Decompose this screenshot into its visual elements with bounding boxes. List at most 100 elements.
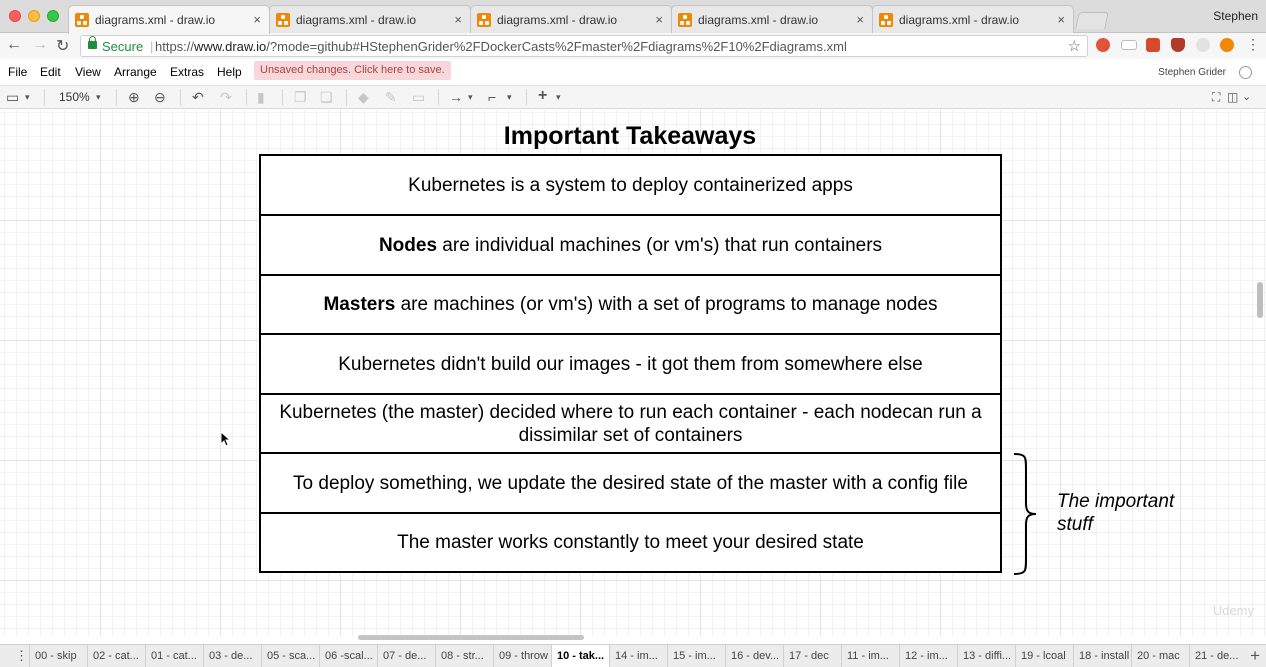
zoom-out-icon[interactable]: ⊖ xyxy=(154,89,166,106)
shadow-icon[interactable]: ▭ xyxy=(412,89,425,106)
page-tab[interactable]: 17 - dec xyxy=(783,645,841,667)
waypoints-icon[interactable]: ⌐ xyxy=(488,89,496,105)
menu-edit[interactable]: Edit xyxy=(40,65,61,79)
page-tab[interactable]: 12 - im... xyxy=(899,645,957,667)
fill-color-icon[interactable]: ◆ xyxy=(358,89,369,106)
page-tab[interactable]: 08 - str... xyxy=(435,645,493,667)
page-tab[interactable]: 05 - sca... xyxy=(261,645,319,667)
new-tab-button[interactable] xyxy=(1075,12,1109,29)
takeaway-row[interactable]: Masters are machines (or vm's) with a se… xyxy=(261,276,1000,335)
page-tab[interactable]: 20 - mac xyxy=(1131,645,1189,667)
unsaved-changes-notice[interactable]: Unsaved changes. Click here to save. xyxy=(254,61,451,80)
takeaway-bold: Masters xyxy=(323,294,396,315)
zoom-in-icon[interactable]: ⊕ xyxy=(128,89,140,106)
takeaway-row[interactable]: Nodes are individual machines (or vm's) … xyxy=(261,216,1000,276)
menu-file[interactable]: File xyxy=(8,65,27,79)
connection-arrow-icon[interactable]: → xyxy=(449,89,463,105)
takeaway-bold: Nodes xyxy=(378,234,438,256)
add-page-icon[interactable]: + xyxy=(1250,646,1260,666)
zoom-level[interactable]: 150% xyxy=(59,90,90,104)
language-globe-icon[interactable] xyxy=(1239,66,1252,79)
opera-extension-icon[interactable] xyxy=(1096,38,1110,52)
vertical-scrollbar[interactable] xyxy=(1257,282,1263,318)
page-tab[interactable]: 10 - tak... xyxy=(551,645,609,667)
forward-arrow-icon[interactable]: → xyxy=(32,36,48,54)
menu-extras[interactable]: Extras xyxy=(170,65,204,79)
page-tab[interactable]: 02 - cat... xyxy=(87,645,145,667)
close-icon[interactable]: × xyxy=(454,12,462,27)
chevron-down-icon[interactable]: ▾ xyxy=(468,92,473,103)
close-icon[interactable]: × xyxy=(1057,12,1065,27)
bookmark-star-icon[interactable]: ☆ xyxy=(1068,37,1081,55)
side-note-label[interactable]: The important stuff xyxy=(1057,490,1197,536)
reload-icon[interactable]: ↻ xyxy=(56,36,69,56)
takeaway-row[interactable]: Kubernetes didn't build our images - it … xyxy=(261,335,1000,395)
takeaway-row[interactable]: Kubernetes is a system to deploy contain… xyxy=(261,156,1000,216)
browser-menu-icon[interactable]: ⋮ xyxy=(1246,36,1260,53)
menu-arrange[interactable]: Arrange xyxy=(114,65,157,79)
browser-tab[interactable]: diagrams.xml - draw.io × xyxy=(470,5,672,33)
shield-extension-icon[interactable] xyxy=(1171,38,1185,52)
minimize-window-button[interactable] xyxy=(28,10,40,22)
page-tab[interactable]: 19 - lcoal xyxy=(1015,645,1073,667)
page-tab[interactable]: 13 - diffi... xyxy=(957,645,1015,667)
chevron-down-icon[interactable]: ▾ xyxy=(25,92,30,103)
browser-profile-name[interactable]: Stephen xyxy=(1213,9,1258,23)
split-panel-icon[interactable]: ◫ xyxy=(1227,90,1238,104)
extension-icon[interactable] xyxy=(1220,38,1234,52)
curly-brace-shape[interactable] xyxy=(1012,453,1038,575)
redo-icon[interactable]: ↷ xyxy=(220,89,232,106)
css-extension-icon[interactable] xyxy=(1121,40,1137,50)
undo-icon[interactable]: ↶ xyxy=(192,89,204,106)
takeaway-text: Kubernetes is a system to deploy contain… xyxy=(408,174,853,197)
drawing-canvas[interactable]: Important Takeaways Kubernetes is a syst… xyxy=(0,110,1266,636)
page-tab[interactable]: 14 - im... xyxy=(609,645,667,667)
user-menu[interactable]: Stephen Grider xyxy=(1158,67,1226,78)
page-tab[interactable]: 00 - skip xyxy=(29,645,87,667)
browser-tab[interactable]: diagrams.xml - draw.io × xyxy=(68,5,270,34)
close-window-button[interactable] xyxy=(9,10,21,22)
to-front-icon[interactable]: ❐ xyxy=(294,89,307,106)
diagram-title[interactable]: Important Takeaways xyxy=(440,122,820,151)
fullscreen-icon[interactable]: ⛶ xyxy=(1212,90,1220,105)
page-tab[interactable]: 06 -scal... xyxy=(319,645,377,667)
to-back-icon[interactable]: ❏ xyxy=(320,89,333,106)
takeaway-text: Kubernetes (the master) decided where to… xyxy=(267,401,994,447)
takeaway-row[interactable]: Kubernetes (the master) decided where to… xyxy=(261,395,1000,454)
takeaway-row[interactable]: To deploy something, we update the desir… xyxy=(261,454,1000,514)
line-color-icon[interactable]: ✎ xyxy=(385,89,397,106)
takeaway-row[interactable]: The master works constantly to meet your… xyxy=(261,514,1000,571)
close-icon[interactable]: × xyxy=(856,12,864,27)
close-icon[interactable]: × xyxy=(655,12,663,27)
chevron-down-icon[interactable]: ▾ xyxy=(96,92,101,103)
page-tab[interactable]: 01 - cat... xyxy=(145,645,203,667)
page-tab[interactable]: 07 - de... xyxy=(377,645,435,667)
browser-tab[interactable]: diagrams.xml - draw.io × xyxy=(671,5,873,33)
close-icon[interactable]: × xyxy=(253,12,261,27)
insert-plus-icon[interactable]: + xyxy=(538,87,547,105)
page-tab[interactable]: 03 - de... xyxy=(203,645,261,667)
delete-icon[interactable]: ▮ xyxy=(257,89,265,106)
maximize-window-button[interactable] xyxy=(47,10,59,22)
chevron-down-icon[interactable]: ▾ xyxy=(507,92,512,103)
menu-help[interactable]: Help xyxy=(217,65,242,79)
collapse-chevron-icon[interactable]: ⌄ xyxy=(1242,90,1251,103)
browser-tab[interactable]: diagrams.xml - draw.io × xyxy=(872,5,1074,33)
page-tab[interactable]: 16 - dev... xyxy=(725,645,783,667)
menu-view[interactable]: View xyxy=(75,65,101,79)
url-field[interactable]: Secure | https://www.draw.io/?mode=githu… xyxy=(80,35,1088,57)
extension-icon[interactable] xyxy=(1196,38,1210,52)
page-tab[interactable]: 18 - install xyxy=(1073,645,1131,667)
format-panel-icon[interactable]: ▭ xyxy=(6,89,19,106)
page-tab[interactable]: 09 - throw xyxy=(493,645,551,667)
browser-tab[interactable]: diagrams.xml - draw.io × xyxy=(269,5,471,33)
chevron-down-icon[interactable]: ▾ xyxy=(556,92,561,103)
page-tab[interactable]: 21 - de... xyxy=(1189,645,1247,667)
page-tab[interactable]: 15 - im... xyxy=(667,645,725,667)
page-tab[interactable]: 11 - im... xyxy=(841,645,899,667)
extension-icon[interactable] xyxy=(1146,38,1160,52)
takeaways-table[interactable]: Kubernetes is a system to deploy contain… xyxy=(259,154,1002,573)
horizontal-scrollbar[interactable] xyxy=(358,635,584,640)
pages-menu-icon[interactable]: ⋮ xyxy=(15,648,28,664)
back-arrow-icon[interactable]: ← xyxy=(6,36,22,54)
